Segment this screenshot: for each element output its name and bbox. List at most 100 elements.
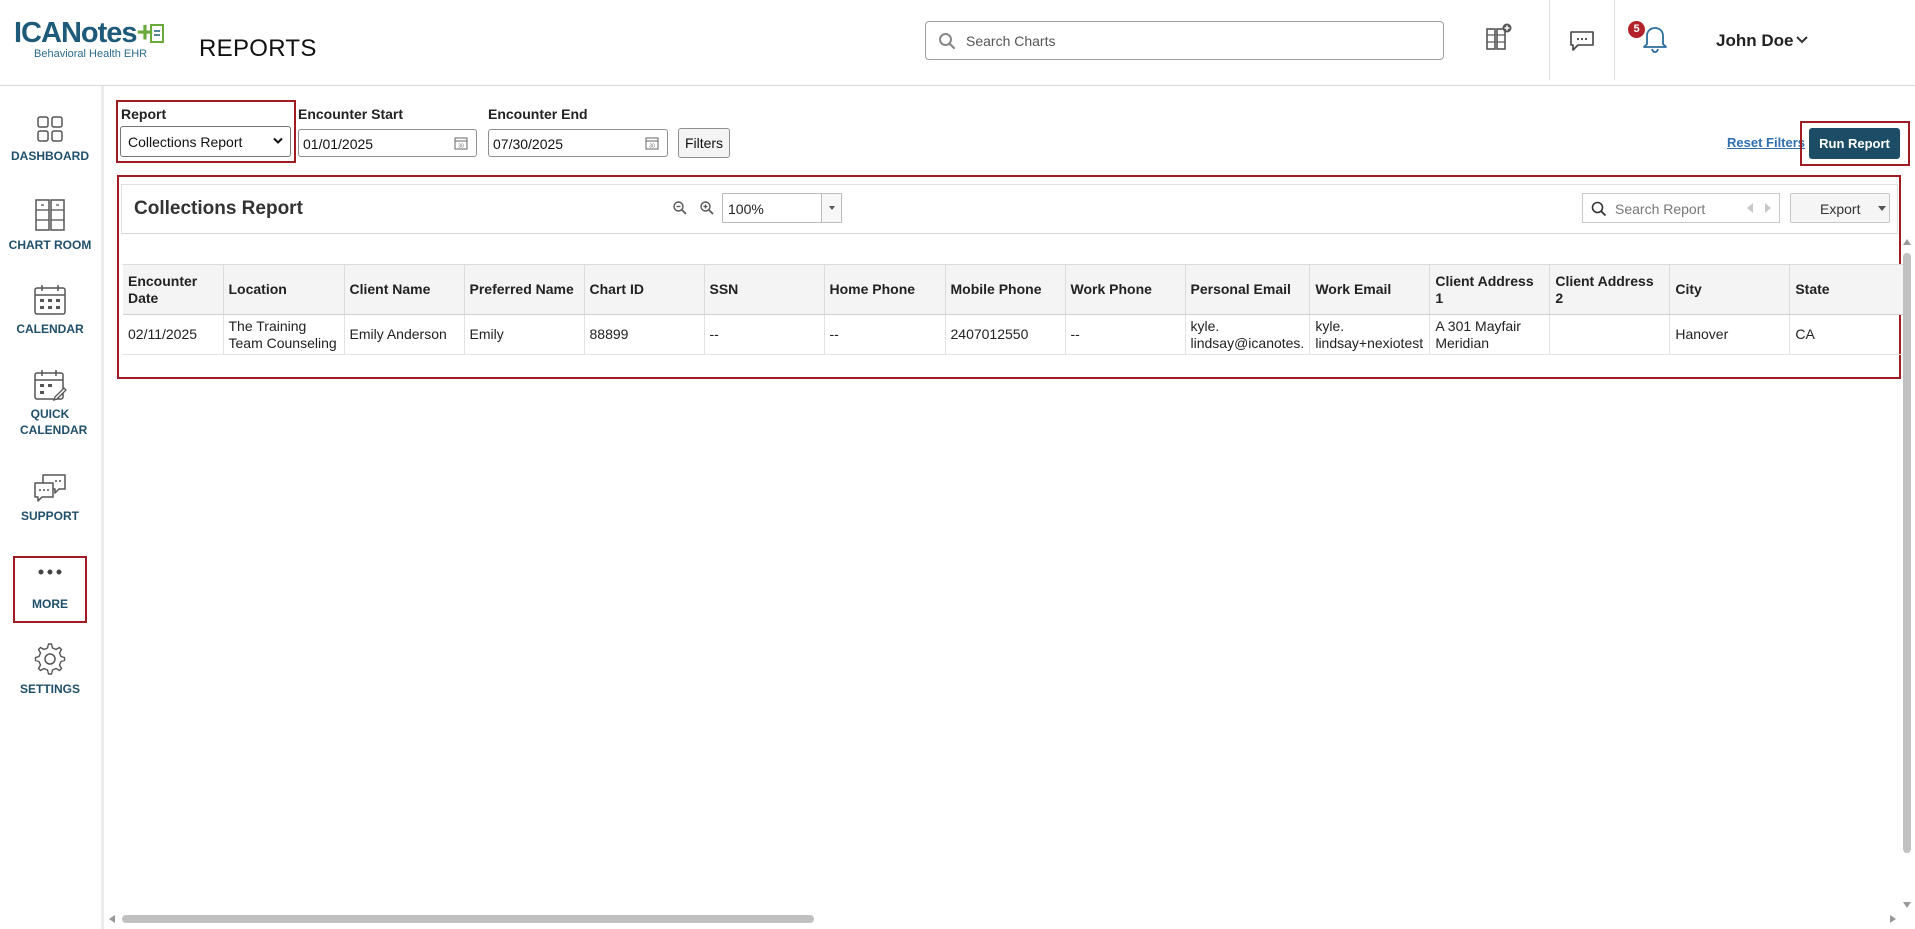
encounter-end-field[interactable]: 07/30/2025 30 [488, 129, 668, 157]
previous-result-icon[interactable] [1745, 202, 1755, 214]
next-result-icon[interactable] [1763, 202, 1773, 214]
report-label: Report [121, 106, 167, 122]
column-header[interactable]: Encounter Date [123, 264, 224, 315]
zoom-dropdown-button[interactable] [821, 194, 841, 222]
sidebar-item-label: CHART ROOM [8, 238, 92, 252]
search-report-field[interactable]: Search Report [1582, 193, 1780, 223]
top-header: ICANotes+ Behavioral Health EHR REPORTS … [0, 0, 1915, 86]
caret-down-icon [829, 206, 835, 210]
sidebar-item-calendar[interactable]: CALENDAR [0, 284, 100, 337]
sidebar-item-label: QUICK CALENDAR [20, 407, 88, 437]
column-header[interactable]: Client Address 2 [1549, 264, 1671, 315]
table-cell: -- [824, 314, 946, 355]
sidebar-item-chart-room[interactable]: CHART ROOM [0, 198, 100, 253]
search-report-placeholder: Search Report [1615, 201, 1706, 217]
zoom-in-icon[interactable] [699, 200, 715, 216]
sidebar: DASHBOARD CHART ROOM CALENDAR QUICK CALE… [0, 86, 104, 929]
vertical-scrollbar[interactable] [1903, 253, 1911, 853]
column-header[interactable]: Home Phone [824, 264, 946, 315]
table-cell: Emily Anderson [344, 314, 465, 355]
search-icon [939, 33, 956, 50]
encounter-start-field[interactable]: 01/01/2025 30 [298, 129, 477, 157]
sidebar-item-label: DASHBOARD [11, 149, 89, 163]
report-table: Encounter Date Location Client Name Pref… [123, 264, 1905, 355]
more-highlight [13, 556, 87, 623]
scroll-down-icon[interactable] [1902, 901, 1912, 909]
table-cell: CA [1789, 314, 1905, 355]
report-select[interactable]: Collections Report [120, 126, 291, 157]
column-header[interactable]: Mobile Phone [945, 264, 1066, 315]
filters-button[interactable]: Filters [678, 128, 730, 158]
header-divider [1614, 0, 1615, 80]
table-cell: -- [1065, 314, 1186, 355]
table-cell: 2407012550 [945, 314, 1066, 355]
table-row[interactable]: 02/11/2025 The Training Team Counseling … [123, 314, 1905, 355]
table-cell: Emily [464, 314, 585, 355]
scroll-left-icon[interactable] [108, 914, 116, 924]
calendar-icon[interactable]: 30 [454, 136, 468, 150]
logo-text: ICANotes [14, 17, 138, 49]
table-cell [1549, 314, 1671, 355]
column-header[interactable]: Chart ID [584, 264, 705, 315]
column-header[interactable]: Work Phone [1065, 264, 1186, 315]
svg-text:30: 30 [458, 144, 464, 150]
column-header[interactable]: Client Name [344, 264, 465, 315]
sidebar-item-quick-calendar[interactable]: QUICK CALENDAR [0, 369, 100, 438]
table-cell: kyle. lindsay+nexiotest [1309, 314, 1431, 355]
sidebar-item-label: CALENDAR [16, 322, 84, 336]
caret-down-icon [1878, 206, 1886, 211]
column-header[interactable]: City [1669, 264, 1791, 315]
logo-subtitle: Behavioral Health EHR [34, 48, 148, 60]
support-icon [34, 474, 66, 502]
gear-icon [34, 643, 66, 675]
encounter-start-value: 01/01/2025 [303, 136, 374, 152]
search-icon [1591, 201, 1607, 217]
messages-icon[interactable] [1568, 29, 1596, 53]
svg-text:30: 30 [649, 144, 655, 150]
horizontal-scrollbar[interactable] [122, 915, 814, 923]
reset-filters-link[interactable]: Reset Filters [1727, 135, 1805, 150]
table-cell: The Training Team Counseling [223, 314, 345, 355]
app-logo[interactable]: ICANotes+ Behavioral Health EHR [14, 18, 174, 66]
column-header[interactable]: Client Address 1 [1429, 264, 1551, 315]
column-header[interactable]: Work Email [1309, 264, 1431, 315]
export-button[interactable]: Export [1790, 193, 1890, 223]
table-cell: A 301 Mayfair Meridian [1429, 314, 1551, 355]
report-select-value: Collections Report [128, 134, 243, 150]
dashboard-icon [37, 116, 63, 142]
report-title: Collections Report [134, 198, 303, 219]
column-header[interactable]: Preferred Name [464, 264, 585, 315]
column-header[interactable]: SSN [704, 264, 825, 315]
search-charts-input[interactable] [966, 30, 1426, 52]
encounter-start-label: Encounter Start [298, 106, 404, 122]
zoom-out-icon[interactable] [672, 200, 688, 216]
chevron-down-icon[interactable] [1796, 36, 1808, 44]
column-header[interactable]: Personal Email [1185, 264, 1311, 315]
encounter-end-label: Encounter End [488, 106, 588, 122]
sidebar-item-support[interactable]: SUPPORT [0, 473, 100, 524]
sidebar-item-label: SETTINGS [19, 682, 80, 696]
quick-calendar-icon [34, 370, 67, 401]
search-charts-field[interactable] [925, 21, 1444, 60]
header-divider [1549, 0, 1550, 80]
column-header[interactable]: Location [223, 264, 345, 315]
sidebar-item-settings[interactable]: SETTINGS [0, 642, 100, 697]
table-cell: kyle. lindsay@icanotes. [1185, 314, 1311, 355]
table-cell: 88899 [584, 314, 705, 355]
page-title: REPORTS [199, 35, 317, 62]
logo-document-icon [150, 24, 165, 43]
column-header[interactable]: State [1789, 264, 1905, 315]
table-cell: 02/11/2025 [123, 314, 224, 355]
zoom-select[interactable]: 100% [722, 193, 842, 223]
scroll-right-icon[interactable] [1889, 914, 1897, 924]
zoom-value: 100% [728, 201, 764, 217]
calendar-icon [34, 285, 66, 315]
calendar-icon[interactable]: 30 [645, 136, 659, 150]
user-menu[interactable]: John Doe [1716, 31, 1793, 51]
run-report-button[interactable]: Run Report [1809, 128, 1900, 159]
chart-room-add-icon[interactable] [1484, 23, 1514, 53]
table-header-row: Encounter Date Location Client Name Pref… [123, 264, 1905, 315]
scroll-up-icon[interactable] [1902, 238, 1912, 246]
sidebar-item-dashboard[interactable]: DASHBOARD [0, 115, 100, 164]
encounter-end-value: 07/30/2025 [493, 136, 564, 152]
